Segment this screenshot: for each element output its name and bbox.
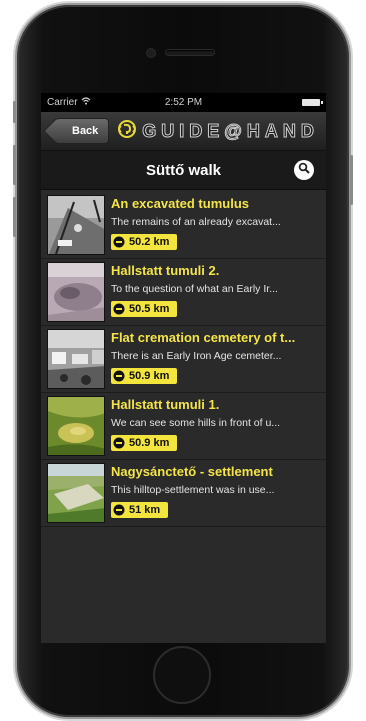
thumbnail-image — [47, 262, 105, 322]
wifi-icon — [81, 97, 91, 108]
item-title: Hallstatt tumuli 1. — [111, 397, 220, 412]
list-item[interactable]: Nagysánctető - settlement This hilltop-s… — [41, 460, 326, 527]
volume-down-button — [13, 197, 16, 237]
front-camera — [147, 49, 155, 57]
ear-icon — [117, 119, 137, 144]
distance-badge: 50.5 km — [111, 301, 178, 317]
item-title: An excavated tumulus — [111, 196, 249, 211]
app-header: Back GUIDE@HAND — [41, 112, 326, 151]
back-button-label: Back — [72, 125, 99, 137]
distance-value: 50.5 km — [129, 303, 170, 315]
item-description: To the question of what an Early Ir... — [111, 283, 278, 295]
battery-icon — [302, 99, 323, 106]
item-description: There is an Early Iron Age cemeter... — [111, 350, 282, 362]
distance-value: 50.9 km — [129, 437, 170, 449]
power-button — [350, 155, 353, 205]
list-item[interactable]: Hallstatt tumuli 2. To the question of w… — [41, 259, 326, 326]
minus-circle-icon — [113, 437, 125, 449]
distance-value: 50.2 km — [129, 236, 170, 248]
distance-value: 50.9 km — [129, 370, 170, 382]
list-item[interactable]: Flat cremation cemetery of t... There is… — [41, 326, 326, 393]
list-item[interactable]: An excavated tumulus The remains of an a… — [41, 192, 326, 259]
title-bar: Süttő walk — [41, 151, 326, 190]
phone-frame: Carrier 2:52 PM Back GUIDE@HAND Süttő wa… — [13, 5, 353, 717]
thumbnail-image — [47, 463, 105, 523]
mute-switch — [13, 101, 16, 123]
back-button[interactable]: Back — [55, 118, 110, 144]
item-description: The remains of an already excavat... — [111, 216, 281, 228]
minus-circle-icon — [113, 303, 125, 315]
phone-screen: Carrier 2:52 PM Back GUIDE@HAND Süttő wa… — [41, 93, 326, 643]
item-description: This hilltop-settlement was in use... — [111, 484, 275, 496]
minus-circle-icon — [113, 370, 125, 382]
home-button[interactable] — [153, 646, 211, 704]
logo-text: GUIDE@HAND — [142, 120, 319, 141]
search-icon — [298, 161, 310, 179]
thumbnail-image — [47, 329, 105, 389]
minus-circle-icon — [113, 236, 125, 248]
list-item[interactable]: Hallstatt tumuli 1. We can see some hill… — [41, 393, 326, 460]
search-button[interactable] — [294, 160, 314, 180]
sites-list: An excavated tumulus The remains of an a… — [41, 190, 326, 527]
distance-value: 51 km — [129, 504, 161, 516]
minus-circle-icon — [113, 504, 125, 516]
earpiece-speaker — [166, 50, 214, 55]
distance-badge: 50.9 km — [111, 435, 178, 451]
status-bar: Carrier 2:52 PM — [41, 93, 326, 112]
page-title: Süttő walk — [145, 161, 221, 179]
logo: GUIDE@HAND — [117, 119, 319, 144]
item-description: We can see some hills in front of u... — [111, 417, 281, 429]
item-title: Flat cremation cemetery of t... — [111, 330, 296, 345]
carrier-label: Carrier — [47, 97, 78, 108]
item-title: Nagysánctető - settlement — [111, 464, 273, 479]
distance-badge: 50.9 km — [111, 368, 178, 384]
thumbnail-image — [47, 396, 105, 456]
distance-badge: 51 km — [111, 502, 169, 518]
thumbnail-image — [47, 195, 105, 255]
item-title: Hallstatt tumuli 2. — [111, 263, 220, 278]
distance-badge: 50.2 km — [111, 234, 178, 250]
volume-up-button — [13, 145, 16, 185]
